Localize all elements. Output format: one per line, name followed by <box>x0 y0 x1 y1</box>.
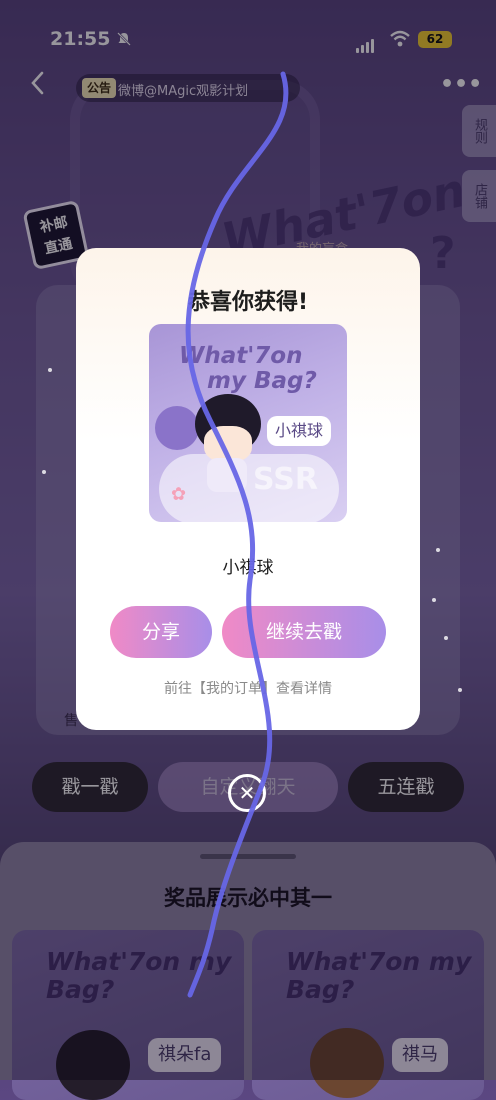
flower-icon: ✿ <box>171 484 187 505</box>
prize-image: What'7on my Bag? SSR 小祺球 ✿ <box>149 324 347 522</box>
modal-title: 恭喜你获得! <box>187 290 309 315</box>
prize-image-title-line: my Bag? <box>207 368 317 394</box>
sparkle-decoration <box>432 598 436 602</box>
sparkle-decoration <box>436 548 440 552</box>
order-hint-link[interactable]: 前往【我的订单】查看详情 <box>76 678 420 698</box>
sparkle-decoration <box>444 636 448 640</box>
sparkle-decoration <box>48 368 52 372</box>
prize-image-name-tag: 小祺球 <box>267 416 332 446</box>
sparkle-decoration <box>458 688 462 692</box>
share-button[interactable]: 分享 <box>110 606 212 658</box>
close-icon: ✕ <box>238 781 256 805</box>
character-body <box>207 458 247 492</box>
prize-image-title: What'7on my Bag? <box>179 344 317 394</box>
balloon-icon <box>155 406 199 450</box>
reward-modal: 恭喜你获得! What'7on my Bag? SSR 小祺球 ✿ 小祺球 分享… <box>76 248 420 730</box>
rarity-label: SSR <box>253 462 318 497</box>
close-modal-button[interactable]: ✕ <box>228 774 266 812</box>
prize-image-title-line: What'7on <box>179 343 303 369</box>
prize-name: 小祺球 <box>222 558 274 578</box>
character-face <box>204 426 252 462</box>
sparkle-decoration <box>42 470 46 474</box>
continue-poke-button[interactable]: 继续去戳 <box>222 606 386 658</box>
